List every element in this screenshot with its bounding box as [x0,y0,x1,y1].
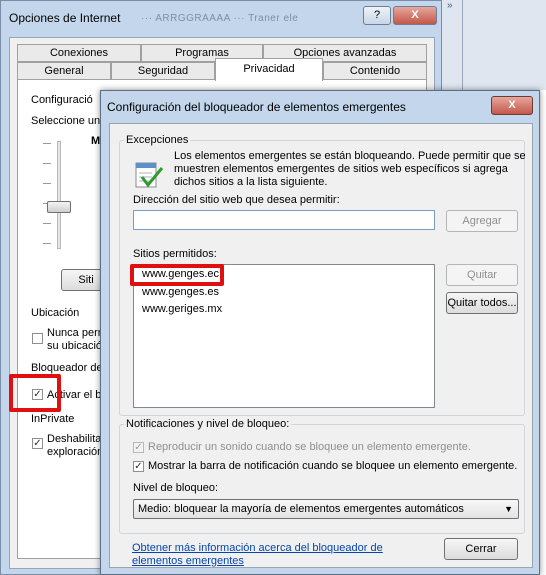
remove-button[interactable]: Quitar [446,264,518,286]
exploration-label: exploración [47,446,104,458]
tab-general[interactable]: General [17,62,111,80]
highlight-box-checkbox [9,374,61,412]
privacy-slider-thumb[interactable] [47,201,71,213]
never-allow-label: Nunca perm [47,327,107,339]
faded-title-text: ··· ARRGGRAAAA ··· Traner ele [141,13,299,24]
allowed-sites-label: Sitios permitidos: [133,248,217,260]
privacy-slider-ticks [43,143,51,247]
never-allow-checkbox[interactable] [32,333,43,344]
tab-contenido[interactable]: Contenido [323,62,427,80]
level-letter: M [91,135,101,147]
background-strip [442,0,546,90]
dialog-title: Configuración del bloqueador de elemento… [107,100,406,114]
chevron-right-icon: » [447,0,453,11]
close-button[interactable]: X [393,6,437,25]
block-level-select[interactable]: Medio: bloquear la mayoría de elementos … [133,499,519,519]
show-bar-label: Mostrar la barra de notificación cuando … [148,460,518,472]
close-dialog-button[interactable]: Cerrar [444,538,518,560]
address-label: Dirección del sitio web que desea permit… [133,194,340,206]
show-bar-checkbox[interactable] [133,461,144,472]
background-scroll-edge [462,0,463,90]
level-label: Nivel de bloqueo: [133,482,219,494]
disable-toolbars-checkbox[interactable] [32,438,43,449]
blocker-label: Bloqueador de [31,362,103,374]
address-input[interactable] [133,210,435,230]
tab-privacidad[interactable]: Privacidad [215,58,323,81]
disable-toolbars-label: Deshabilitar [47,433,106,445]
exceptions-text-3: dichos sitios a la lista siguiente. [174,176,328,188]
popup-blocker-dialog: Configuración del bloqueador de elemento… [100,90,540,575]
highlight-box-site [130,264,224,286]
more-info-link[interactable]: Obtener más información acerca del bloqu… [132,542,383,555]
privacy-slider-track [57,141,61,249]
checklist-icon [134,160,164,190]
more-info-link-2[interactable]: elementos emergentes [132,555,244,568]
title-bar: Opciones de Internet ··· ARRGGRAAAA ··· … [1,1,443,33]
location-label: Ubicación [31,307,80,319]
exceptions-text-1: Los elementos emergentes se están bloque… [174,150,526,162]
help-button[interactable]: ? [363,6,391,25]
list-item[interactable]: www.geriges.mx [142,303,222,315]
remove-all-button[interactable]: Quitar todos... [446,292,518,314]
list-item[interactable]: www.genges.es [142,286,219,298]
chevron-down-icon: ▼ [504,504,513,514]
dialog-close-button[interactable]: X [491,96,533,115]
config-label: Configuració [31,94,93,106]
select-label: Seleccione una [31,115,107,127]
block-level-value: Medio: bloquear la mayoría de elementos … [138,503,464,515]
add-button[interactable]: Agregar [446,210,518,232]
exceptions-label: Excepciones [124,134,191,146]
inprivate-label: InPrivate [31,413,75,425]
tab-conexiones[interactable]: Conexiones [17,44,141,62]
dialog-body: Excepciones Los elementos emergentes se … [109,123,533,568]
your-location-label: su ubicació [47,340,103,352]
window-title: Opciones de Internet [9,11,121,25]
play-sound-label: Reproducir un sonido cuando se bloquee u… [148,441,471,453]
exceptions-text-2: muestren elementos emergentes de sitios … [174,163,508,175]
notifications-label: Notificaciones y nivel de bloqueo: [124,418,292,430]
play-sound-checkbox[interactable] [133,442,144,453]
tab-seguridad[interactable]: Seguridad [111,62,215,80]
